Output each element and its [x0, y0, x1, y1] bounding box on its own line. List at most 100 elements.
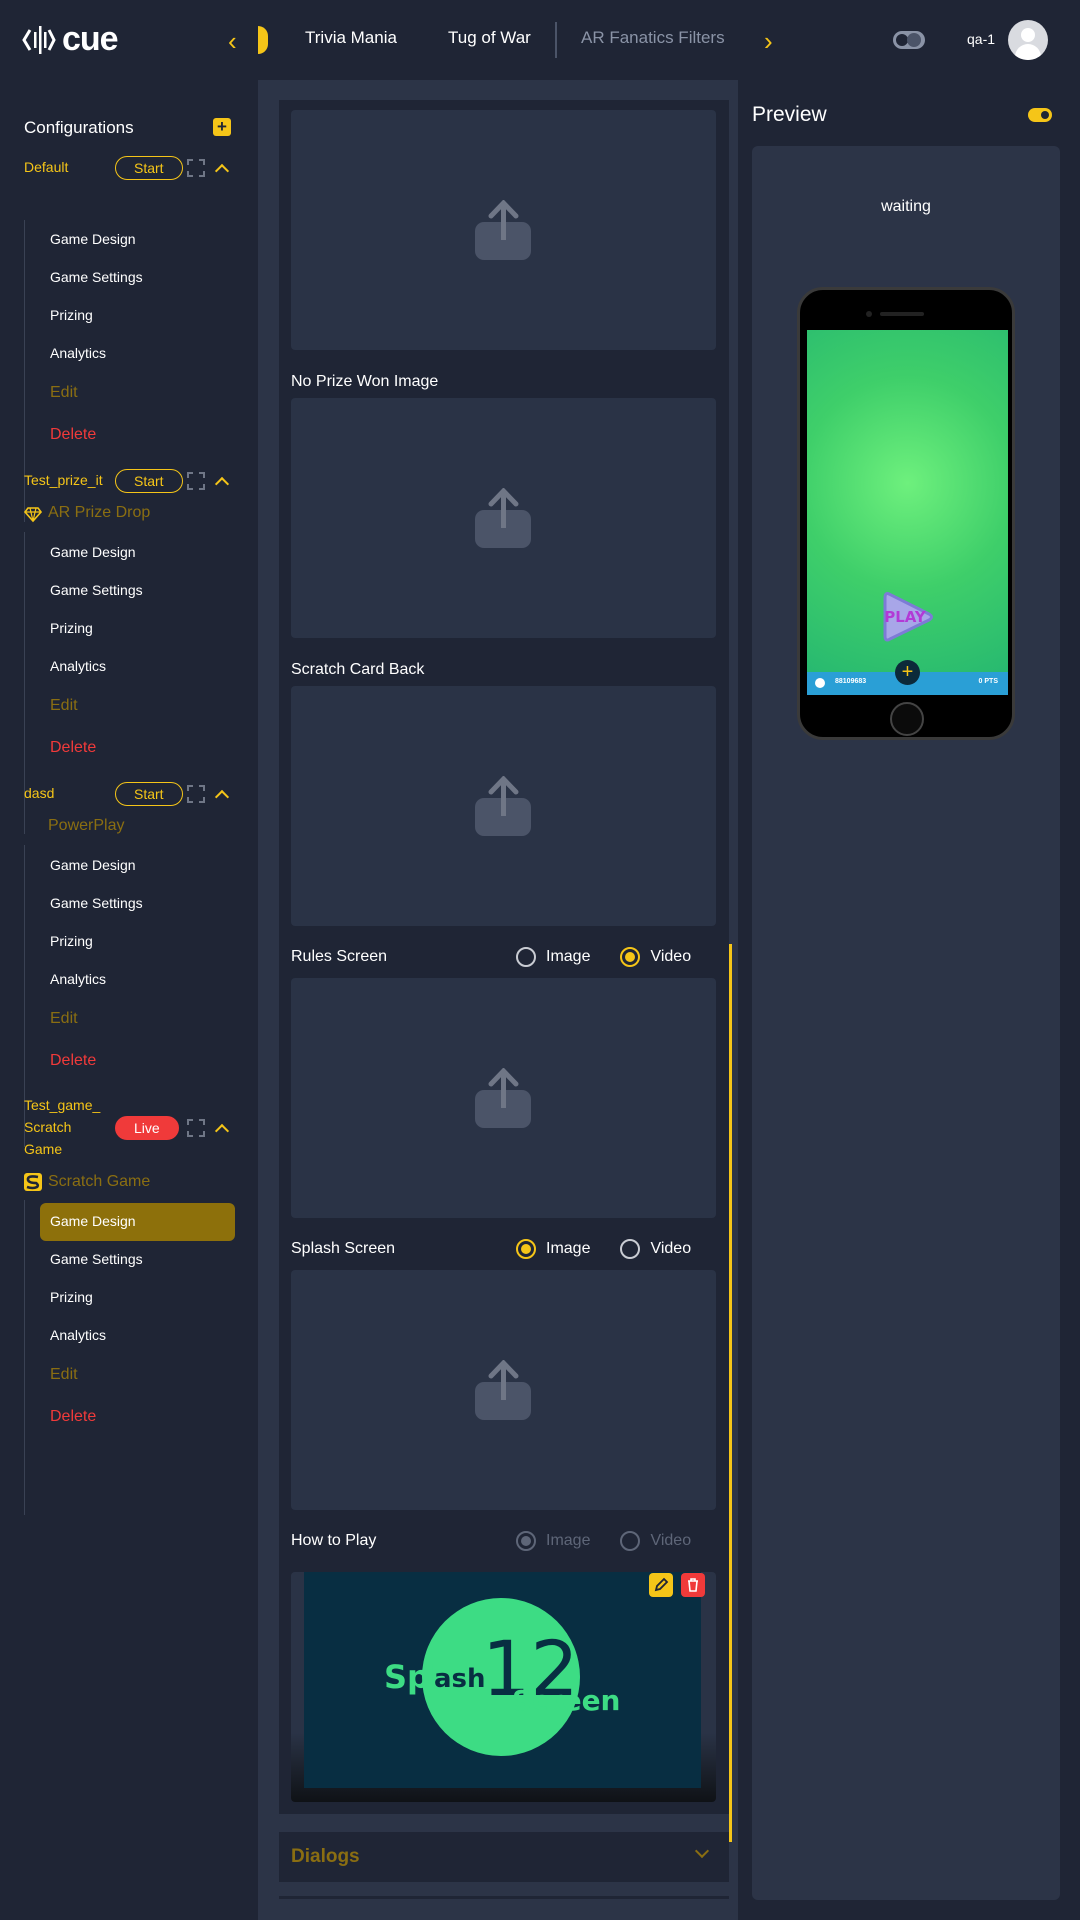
upload-dropzone[interactable] [291, 110, 716, 350]
avatar[interactable] [1008, 20, 1048, 60]
config-name-line: Scratch [24, 1119, 72, 1135]
tab-trivia-mania[interactable]: Trivia Mania [305, 28, 397, 48]
scratch-card-back-dropzone[interactable] [291, 686, 716, 926]
menu-delete[interactable]: Delete [50, 1052, 96, 1070]
radio-label: Video [650, 1532, 692, 1549]
user-name: qa-1 [967, 31, 996, 47]
splash-image-text: Spl [384, 1658, 441, 1696]
game-type-label: AR Prize Drop [48, 504, 151, 521]
tabs-next-arrow-icon[interactable]: › [764, 26, 773, 57]
menu-game-design[interactable]: Game Design [50, 544, 136, 560]
qr-code-icon[interactable] [187, 159, 205, 177]
preview-toggle[interactable] [1028, 108, 1052, 122]
menu-delete[interactable]: Delete [50, 1408, 96, 1426]
radio-circle [620, 1239, 641, 1259]
splash-image-text: Screen [512, 1684, 621, 1717]
radio-circle [620, 1531, 641, 1551]
edit-media-button[interactable] [649, 1573, 673, 1597]
avatar-head [1021, 28, 1035, 42]
menu-game-settings[interactable]: Game Settings [50, 1251, 143, 1267]
qr-code-icon[interactable] [187, 785, 205, 803]
dialogs-accordion[interactable]: Dialogs [279, 1832, 729, 1882]
menu-prizing[interactable]: Prizing [50, 933, 93, 949]
tab-ar-fanatics-filters[interactable]: AR Fanatics Filters [581, 28, 725, 48]
menu-game-settings[interactable]: Game Settings [50, 269, 143, 285]
upload-icon [475, 1068, 531, 1128]
radio-label: Video [650, 948, 692, 965]
play-button[interactable]: PLAY [879, 588, 935, 646]
scrollbar-thumb[interactable] [729, 944, 732, 1842]
menu-prizing[interactable]: Prizing [50, 307, 93, 323]
config-name-test-game-scratch-game[interactable]: Test_game_ Scratch Game [24, 1094, 100, 1160]
start-button[interactable]: Start [115, 782, 183, 806]
radio-label: Image [546, 1240, 591, 1257]
splash-screen-video-radio[interactable]: Video [620, 1239, 691, 1259]
tabs-prev-arrow-icon[interactable]: ‹ [228, 26, 237, 57]
menu-edit[interactable]: Edit [50, 384, 78, 402]
menu-edit[interactable]: Edit [50, 697, 78, 715]
scratch-card-back-label: Scratch Card Back [291, 661, 425, 678]
toggle-knob [1041, 111, 1049, 119]
menu-analytics[interactable]: Analytics [50, 345, 106, 361]
menu-delete[interactable]: Delete [50, 426, 96, 444]
menu-game-settings[interactable]: Game Settings [50, 582, 143, 598]
tab-partial-indicator [258, 26, 268, 54]
qr-code-icon[interactable] [187, 1119, 205, 1137]
config-name-default[interactable]: Default [24, 156, 68, 178]
how-to-play-image-radio[interactable]: Image [516, 1531, 590, 1551]
config-name-test-prize-it[interactable]: Test_prize_it [24, 469, 103, 491]
points-label: 0 PTS [978, 678, 998, 685]
upload-icon [475, 200, 531, 260]
delete-media-button[interactable] [681, 1573, 705, 1597]
config-name-dasd[interactable]: dasd [24, 782, 54, 804]
phone-camera [866, 311, 872, 317]
splash-screen-image-radio[interactable]: Image [516, 1239, 590, 1259]
game-type-label: PowerPlay [48, 817, 125, 834]
no-prize-won-dropzone[interactable] [291, 398, 716, 638]
menu-edit[interactable]: Edit [50, 1366, 78, 1384]
splash-screen-label: Splash Screen [291, 1240, 396, 1257]
rules-screen-label: Rules Screen [291, 948, 388, 965]
phone-mockup: PLAY 88109683 0 PTS + [797, 287, 1015, 740]
collapse-chevron-icon[interactable] [214, 476, 230, 492]
rules-screen-image-radio[interactable]: Image [516, 947, 590, 967]
sidebar: Configurations + Default Start Game Desi… [0, 80, 258, 1920]
collapse-chevron-icon[interactable] [214, 163, 230, 179]
rules-screen-dropzone[interactable] [291, 978, 716, 1218]
menu-game-design[interactable]: Game Design [50, 231, 136, 247]
theme-toggle[interactable] [893, 31, 925, 49]
dialogs-title: Dialogs [291, 1846, 360, 1867]
how-to-play-media-type: Image Video [516, 1531, 691, 1551]
menu-analytics[interactable]: Analytics [50, 1327, 106, 1343]
menu-prizing[interactable]: Prizing [50, 1289, 93, 1305]
menu-analytics[interactable]: Analytics [50, 971, 106, 987]
menu-game-design[interactable]: Game Design [50, 857, 136, 873]
collapse-chevron-icon[interactable] [214, 1123, 230, 1139]
info-icon [815, 678, 825, 688]
phone-screen: PLAY 88109683 0 PTS + [807, 330, 1008, 695]
menu-delete[interactable]: Delete [50, 739, 96, 757]
how-to-play-video-radio[interactable]: Video [620, 1531, 691, 1551]
start-button[interactable]: Start [115, 469, 183, 493]
radio-circle [516, 1239, 536, 1259]
scratch-game-icon [24, 1173, 42, 1191]
live-badge[interactable]: Live [115, 1116, 179, 1140]
qr-code-icon[interactable] [187, 472, 205, 490]
splash-screen-dropzone[interactable] [291, 1270, 716, 1510]
menu-analytics[interactable]: Analytics [50, 658, 106, 674]
radio-circle [516, 1531, 536, 1551]
menu-edit[interactable]: Edit [50, 1010, 78, 1028]
collapse-chevron-icon[interactable] [214, 789, 230, 805]
start-button[interactable]: Start [115, 156, 183, 180]
radio-label: Image [546, 948, 591, 965]
add-configuration-button[interactable]: + [213, 118, 231, 136]
cue-logo[interactable]: cue [22, 20, 119, 59]
upload-icon [475, 1360, 531, 1420]
play-label: PLAY [884, 608, 927, 626]
menu-prizing[interactable]: Prizing [50, 620, 93, 636]
tab-tug-of-war[interactable]: Tug of War [448, 28, 531, 48]
menu-game-settings[interactable]: Game Settings [50, 895, 143, 911]
rules-screen-video-radio[interactable]: Video [620, 947, 691, 967]
phone-home-button [890, 702, 924, 736]
menu-game-design-active[interactable]: Game Design [40, 1203, 235, 1241]
